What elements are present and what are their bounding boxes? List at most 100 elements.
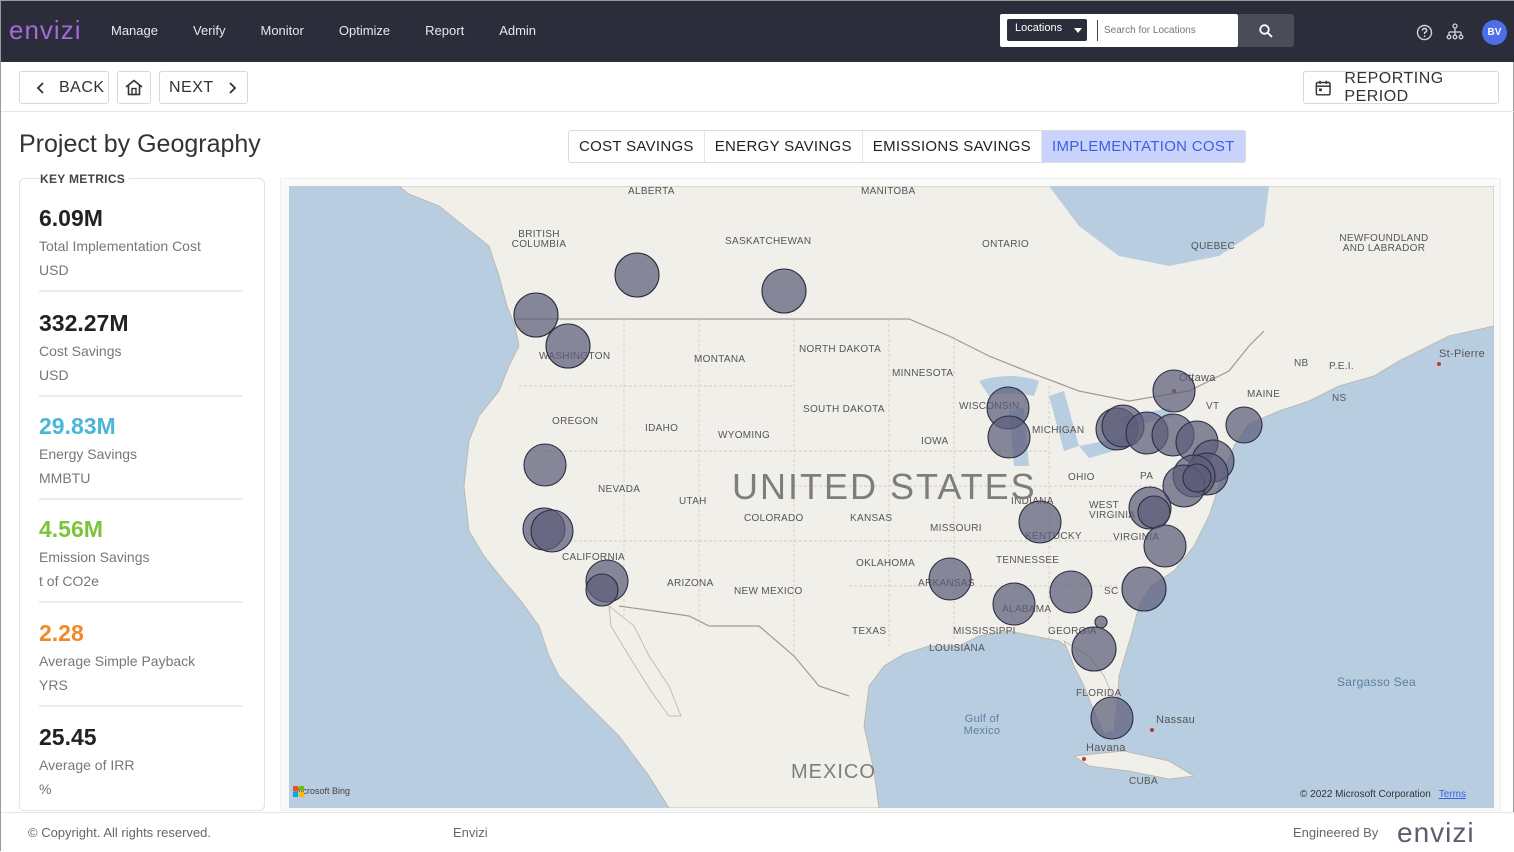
map-label-minnesota: MINNESOTA — [892, 368, 954, 379]
back-label: BACK — [59, 78, 105, 96]
map-copyright: © 2022 Microsoft Corporation Terms — [1300, 789, 1466, 800]
map-label-north-dakota: NORTH DAKOTA — [799, 344, 882, 355]
tab-cost-savings[interactable]: COST SAVINGS — [569, 131, 705, 162]
map-label-iowa: IOWA — [921, 436, 949, 447]
divider — [39, 601, 243, 603]
map-label-gulf-of-mexico: Gulf of Mexico — [963, 713, 1001, 737]
search-icon — [1259, 24, 1273, 38]
search-button[interactable] — [1238, 14, 1294, 47]
map-label-nb: NB — [1294, 358, 1309, 369]
map-copyright-text: © 2022 Microsoft Corporation — [1300, 789, 1431, 800]
metric-label: Average Simple Payback — [39, 653, 196, 669]
map-label-missouri: MISSOURI — [930, 523, 982, 534]
chevron-left-icon — [36, 81, 44, 94]
next-label: NEXT — [169, 78, 214, 96]
map-label-havana: Havana — [1086, 742, 1126, 754]
metric-card: 4.56M Emission Savings t of CO2e — [39, 516, 243, 603]
metric-value: 2.28 — [39, 620, 84, 646]
map-label-pa: PA — [1140, 471, 1154, 482]
metric-card: 2.28 Average Simple Payback YRS — [39, 620, 243, 707]
geography-map[interactable]: ALBERTA MANITOBA BRITISH COLUMBIA SASKAT… — [289, 186, 1494, 808]
map-label-arkansas: ARKANSAS — [918, 578, 975, 589]
back-button[interactable]: BACK — [19, 71, 109, 104]
map-label-montana: MONTANA — [694, 354, 746, 365]
home-icon — [125, 79, 143, 96]
city-dot — [1082, 757, 1086, 761]
page-title: Project by Geography — [19, 130, 261, 158]
envizi-logo[interactable]: envizi — [9, 15, 81, 46]
map-label-kansas: KANSAS — [850, 513, 893, 524]
nav-monitor[interactable]: Monitor — [261, 23, 304, 38]
hierarchy-icon[interactable] — [1446, 23, 1464, 40]
user-avatar[interactable]: BV — [1482, 20, 1507, 45]
map-label-ottawa: Ottawa — [1179, 372, 1216, 384]
map-label-new-mexico: NEW MEXICO — [734, 586, 803, 597]
map-label-mexico: MEXICO — [791, 761, 876, 783]
metric-unit: USD — [39, 262, 69, 278]
footer-app-name: Envizi — [453, 825, 488, 840]
metric-card: 29.83M Energy Savings MMBTU — [39, 413, 243, 500]
tab-emissions-savings[interactable]: EMISSIONS SAVINGS — [863, 131, 1042, 162]
footer-envizi-logo: envizi — [1397, 817, 1475, 848]
map-label-wyoming: WYOMING — [718, 430, 771, 441]
metric-label: Energy Savings — [39, 446, 138, 462]
metric-label: Cost Savings — [39, 343, 122, 359]
reporting-period-button[interactable]: REPORTING PERIOD — [1303, 69, 1499, 105]
page-footer: © Copyright. All rights reserved. Envizi… — [1, 812, 1514, 852]
metric-unit: MMBTU — [39, 470, 91, 486]
map-label-alberta: ALBERTA — [628, 186, 675, 197]
metric-value: 4.56M — [39, 516, 103, 542]
map-label-arizona: ARIZONA — [667, 578, 714, 589]
home-button[interactable] — [117, 71, 151, 104]
terms-link[interactable]: Terms — [1439, 789, 1466, 800]
map-panel: ALBERTA MANITOBA BRITISH COLUMBIA SASKAT… — [280, 178, 1501, 811]
map-label-wisconsin: WISCONSIN — [959, 401, 1020, 412]
map-label-colorado: COLORADO — [744, 513, 804, 524]
map-label-florida: FLORIDA — [1076, 688, 1122, 699]
metric-card: 6.09M Total Implementation Cost USD — [39, 205, 243, 292]
map-label-united-states: UNITED STATES — [732, 466, 1037, 507]
map-label-sargasso-sea: Sargasso Sea — [1337, 675, 1416, 689]
map-label-oregon: OREGON — [552, 416, 599, 427]
map-label-ohio: OHIO — [1068, 472, 1095, 483]
map-label-sc: SC — [1104, 586, 1119, 597]
location-type-value: Locations — [1015, 22, 1063, 34]
nav-verify[interactable]: Verify — [193, 23, 226, 38]
map-label-tennessee: TENNESSEE — [996, 555, 1060, 566]
nav-optimize[interactable]: Optimize — [339, 23, 390, 38]
map-label-mississippi: MISSISSIPPI — [953, 626, 1016, 637]
metric-value: 29.83M — [39, 413, 116, 439]
metric-value: 332.27M — [39, 310, 129, 336]
location-type-select[interactable]: Locations — [1007, 19, 1087, 41]
bing-attribution: Microsoft Bing — [293, 786, 350, 797]
metric-label: Emission Savings — [39, 549, 150, 565]
reporting-period-label: REPORTING PERIOD — [1344, 69, 1444, 105]
calendar-icon — [1315, 80, 1331, 96]
nav-admin[interactable]: Admin — [499, 23, 536, 38]
map-label-newfoundland: NEWFOUNDLAND AND LABRADOR — [1339, 233, 1429, 254]
tab-implementation-cost[interactable]: IMPLEMENTATION COST — [1041, 131, 1245, 162]
map-label-oklahoma: OKLAHOMA — [856, 558, 916, 569]
metric-unit: YRS — [39, 677, 68, 693]
location-search-input[interactable] — [1097, 20, 1233, 41]
map-label-west-virginia: WEST VIRGINIA — [1089, 500, 1136, 521]
divider — [39, 498, 243, 500]
map-label-alabama: ALABAMA — [1002, 604, 1052, 615]
key-metrics-heading: KEY METRICS — [40, 172, 130, 186]
app-window: envizi Manage Verify Monitor Optimize Re… — [0, 0, 1514, 852]
microsoft-logo-icon — [293, 786, 304, 797]
main-nav: Manage Verify Monitor Optimize Report Ad… — [111, 23, 571, 38]
map-label-maine: MAINE — [1247, 389, 1281, 400]
map-label-quebec: QUEBEC — [1191, 241, 1236, 252]
help-icon[interactable] — [1416, 24, 1433, 41]
nav-report[interactable]: Report — [425, 23, 464, 38]
footer-copyright: © Copyright. All rights reserved. — [28, 825, 211, 840]
map-label-british-columbia: BRITISH COLUMBIA — [511, 229, 567, 250]
divider — [39, 395, 243, 397]
next-button[interactable]: NEXT — [159, 71, 248, 104]
nav-manage[interactable]: Manage — [111, 23, 158, 38]
map-label-nevada: NEVADA — [598, 484, 641, 495]
map-label-pei: P.E.I. — [1329, 361, 1354, 372]
divider — [39, 290, 243, 292]
tab-energy-savings[interactable]: ENERGY SAVINGS — [705, 131, 863, 162]
